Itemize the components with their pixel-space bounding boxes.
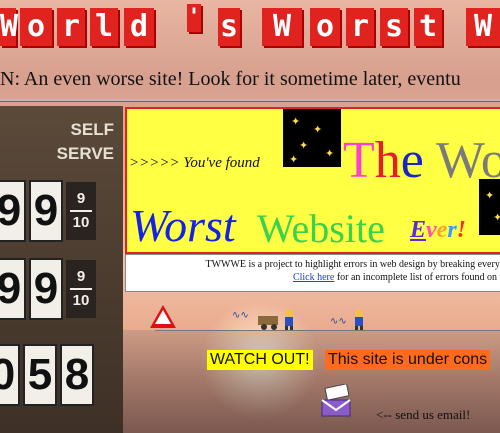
site-title-banner: W o r l d ' s W o r s t W (0, 0, 500, 52)
letter: v (426, 217, 437, 243)
website-heading: Website (257, 206, 385, 251)
smoke-icon: ∿∿ (330, 316, 347, 327)
title-tile: r (346, 8, 374, 46)
self-serve-label: SELF SERVE (46, 118, 114, 166)
construction-worker-icon (285, 309, 293, 330)
price-digit: 8 (60, 344, 94, 406)
send-email-text: <-- send us email! (376, 407, 471, 422)
letter: T (343, 132, 375, 189)
watch-out-notice: WATCH OUT! (207, 350, 313, 370)
info-text: for an incomplete list of errors found o… (334, 272, 500, 283)
price-row: 0 5 8 (0, 342, 94, 408)
price-digit: 9 (29, 258, 63, 320)
fraction-top: 9 (76, 268, 86, 285)
title-tile: o (20, 8, 52, 46)
welcome-banner: >>>>> You've found ✦ ✦ ✦ ✦ ✦ The Wor ✦ ✦… (125, 107, 500, 254)
price-row: 9 9 9 10 (0, 256, 96, 322)
title-tile: W (262, 8, 302, 46)
letter: r (447, 217, 457, 243)
road-line (155, 330, 500, 331)
the-world-heading: The Wor (343, 131, 500, 190)
email-envelope-icon[interactable] (320, 384, 354, 418)
ever-heading: Ever! (410, 217, 466, 244)
info-text: TWWWE is a project to highlight errors i… (205, 259, 500, 270)
roadwork-warning-icon (150, 305, 176, 328)
letter: e (436, 217, 448, 243)
fraction-bottom: 10 (72, 214, 90, 231)
price-fraction: 9 10 (66, 260, 96, 318)
info-box: TWWWE is a project to highlight errors i… (125, 254, 500, 292)
title-tile: s (380, 8, 408, 46)
fraction-bottom: 10 (72, 292, 90, 309)
price-row: 9 9 9 10 (0, 178, 96, 244)
title-tile: t (414, 8, 442, 46)
letter: E (410, 217, 427, 243)
info-line-2: Click here for an incomplete list of err… (293, 272, 500, 283)
starfield-image: ✦ ✦ (479, 179, 500, 235)
title-tile: ' (187, 4, 201, 32)
title-tile: W (466, 8, 500, 46)
divider (0, 99, 500, 102)
title-tile: d (124, 8, 154, 46)
price-digit: 9 (0, 180, 26, 242)
price-digit: 9 (0, 258, 26, 320)
found-text: >>>>> You've found (129, 155, 260, 171)
construction-worker-icon (355, 309, 363, 330)
errors-list-link[interactable]: Click here (293, 272, 334, 283)
serve-label: SERVE (56, 144, 114, 163)
starfield-image: ✦ ✦ ✦ ✦ ✦ (283, 109, 341, 167)
smoke-icon: ∿∿ (232, 310, 249, 321)
letter: ! (456, 217, 467, 243)
price-digit: 5 (23, 344, 57, 406)
fraction-top: 9 (76, 190, 86, 207)
price-digit: 0 (0, 344, 20, 406)
self-label: SELF (70, 120, 114, 139)
title-tile: o (310, 8, 340, 46)
under-construction-notice: This site is under cons (325, 350, 491, 370)
price-digit: 9 (29, 180, 63, 242)
letter: h (374, 132, 401, 189)
title-tile: r (57, 8, 85, 46)
worst-heading: Worst (130, 200, 236, 251)
title-tile: s (218, 8, 240, 46)
title-tile: W (0, 8, 19, 46)
gas-price-sign: SELF SERVE 9 9 9 10 9 9 9 10 0 5 8 (0, 106, 123, 433)
price-fraction: 9 10 (66, 182, 96, 240)
announcement-text: N: An even worse site! Look for it somet… (0, 68, 461, 90)
letter: e (400, 132, 424, 189)
title-tile: l (90, 8, 118, 46)
